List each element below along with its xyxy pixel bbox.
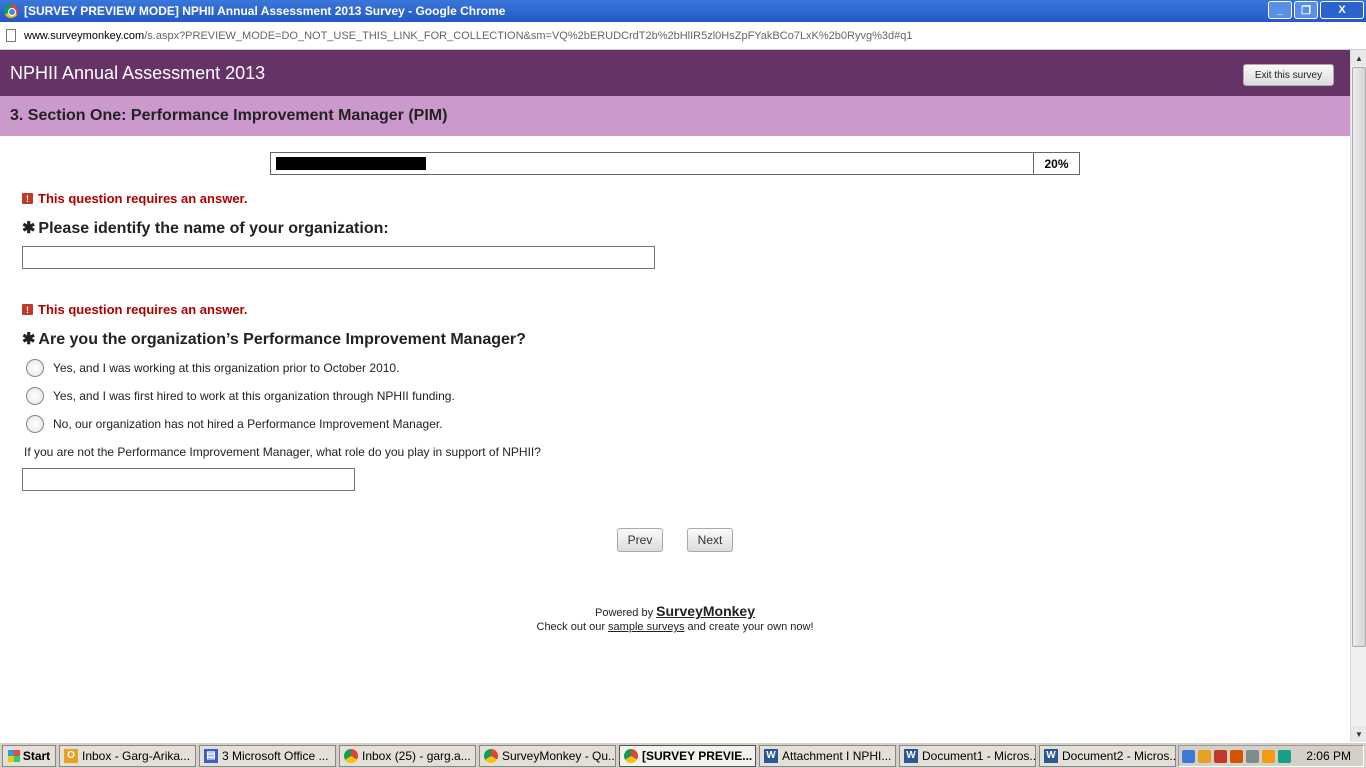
check-out-text: Check out our bbox=[536, 621, 605, 633]
surveymonkey-link[interactable]: SurveyMonkey bbox=[656, 603, 755, 619]
taskbar-item[interactable]: ▤ 3 Microsoft Office ... bbox=[199, 744, 336, 767]
progress-track bbox=[276, 157, 1027, 170]
progress-label: 20% bbox=[1033, 152, 1079, 175]
scroll-down-arrow-icon[interactable]: ▼ bbox=[1351, 726, 1366, 742]
windows-logo-icon bbox=[7, 749, 20, 762]
system-tray: 2:06 PM bbox=[1178, 745, 1364, 767]
q2-option-2[interactable]: Yes, and I was first hired to work at th… bbox=[26, 387, 455, 405]
powered-by-line: Powered by SurveyMonkey bbox=[0, 603, 1350, 619]
taskbar-item[interactable]: SurveyMonkey - Qu... bbox=[479, 744, 616, 767]
taskbar-item-label: SurveyMonkey - Qu... bbox=[502, 748, 616, 763]
q2-title-text: Are you the organization’s Performance I… bbox=[38, 331, 526, 348]
office-icon: ▤ bbox=[204, 748, 218, 763]
address-bar[interactable]: www.surveymonkey.com/s.aspx?PREVIEW_MODE… bbox=[0, 22, 1366, 50]
sample-surveys-link[interactable]: sample surveys bbox=[608, 621, 684, 633]
progress-bar: 20% bbox=[270, 152, 1080, 175]
window-title: [SURVEY PREVIEW MODE] NPHII Annual Asses… bbox=[24, 4, 506, 18]
section-bar: 3. Section One: Performance Improvement … bbox=[0, 96, 1350, 136]
prev-button[interactable]: Prev bbox=[617, 528, 663, 552]
taskbar-item[interactable]: W Attachment I NPHI... bbox=[759, 744, 896, 767]
word-icon: W bbox=[1044, 748, 1058, 763]
footer-line: Check out our sample surveys and create … bbox=[0, 621, 1350, 633]
q2-option-label: Yes, and I was working at this organizat… bbox=[53, 361, 400, 375]
chrome-icon bbox=[484, 748, 498, 763]
required-star-icon: ✱ bbox=[22, 331, 36, 348]
q2-option-3[interactable]: No, our organization has not hired a Per… bbox=[26, 415, 443, 433]
window-controls: _ ❐ X bbox=[1268, 1, 1364, 19]
vertical-scrollbar[interactable]: ▲ ▼ bbox=[1350, 50, 1366, 742]
q2-option-label: No, our organization has not hired a Per… bbox=[53, 417, 443, 431]
taskbar-item-label: 3 Microsoft Office ... bbox=[222, 748, 329, 763]
next-button[interactable]: Next bbox=[687, 528, 733, 552]
tray-icon[interactable] bbox=[1278, 749, 1292, 763]
create-text: and create your own now! bbox=[687, 621, 814, 633]
q1-error-message: ! This question requires an answer. bbox=[22, 191, 248, 206]
taskbar-item[interactable]: W Document2 - Micros... bbox=[1039, 744, 1176, 767]
scroll-up-arrow-icon[interactable]: ▲ bbox=[1351, 50, 1366, 66]
exit-survey-button[interactable]: Exit this survey bbox=[1243, 64, 1334, 86]
close-button[interactable]: X bbox=[1320, 1, 1364, 19]
minimize-button[interactable]: _ bbox=[1268, 1, 1292, 19]
q2-option-1[interactable]: Yes, and I was working at this organizat… bbox=[26, 359, 399, 377]
taskbar-item-label: Inbox (25) - garg.a... bbox=[362, 748, 471, 763]
survey-header: NPHII Annual Assessment 2013 Exit this s… bbox=[0, 50, 1350, 96]
survey-title: NPHII Annual Assessment 2013 bbox=[10, 62, 266, 83]
url-host: www.surveymonkey.com bbox=[24, 29, 145, 42]
q1-title-text: Please identify the name of your organiz… bbox=[38, 220, 389, 237]
taskbar-item[interactable]: O Inbox - Garg-Arika... bbox=[59, 744, 196, 767]
q1-error-text: This question requires an answer. bbox=[38, 191, 248, 206]
taskbar-item-label: [SURVEY PREVIE... bbox=[642, 748, 753, 763]
required-star-icon: ✱ bbox=[22, 220, 36, 237]
word-icon: W bbox=[904, 748, 918, 763]
tray-icon[interactable] bbox=[1214, 749, 1228, 763]
q2-title: ✱ Are you the organization’s Performance … bbox=[22, 329, 526, 349]
taskbar-item-label: Inbox - Garg-Arika... bbox=[82, 748, 191, 763]
q2-error-message: ! This question requires an answer. bbox=[22, 302, 248, 317]
chrome-icon bbox=[624, 748, 638, 763]
start-button[interactable]: Start bbox=[2, 744, 56, 767]
radio-button[interactable] bbox=[26, 415, 44, 433]
error-icon: ! bbox=[22, 193, 33, 204]
role-input[interactable] bbox=[22, 468, 355, 491]
error-icon: ! bbox=[22, 304, 33, 315]
tray-icon[interactable] bbox=[1262, 749, 1276, 763]
tray-icon[interactable] bbox=[1230, 749, 1244, 763]
tray-icon[interactable] bbox=[1182, 749, 1196, 763]
chrome-icon bbox=[344, 748, 358, 763]
powered-by-text: Powered by bbox=[595, 607, 654, 619]
outlook-icon: O bbox=[64, 748, 78, 763]
q2-option-label: Yes, and I was first hired to work at th… bbox=[53, 389, 455, 403]
clock: 2:06 PM bbox=[1306, 749, 1351, 763]
section-title: 3. Section One: Performance Improvement … bbox=[10, 107, 448, 124]
organization-name-input[interactable] bbox=[22, 246, 655, 269]
radio-button[interactable] bbox=[26, 359, 44, 377]
q2-error-text: This question requires an answer. bbox=[38, 302, 248, 317]
page-icon bbox=[6, 29, 16, 42]
taskbar-item[interactable]: W Document1 - Micros... bbox=[899, 744, 1036, 767]
q1-title: ✱ Please identify the name of your organi… bbox=[22, 218, 389, 238]
role-question-label: If you are not the Performance Improveme… bbox=[24, 445, 541, 459]
window-title-bar: [SURVEY PREVIEW MODE] NPHII Annual Asses… bbox=[0, 0, 1366, 22]
tray-icon[interactable] bbox=[1198, 749, 1212, 763]
restore-button[interactable]: ❐ bbox=[1294, 1, 1318, 19]
taskbar-item-label: Document2 - Micros... bbox=[1062, 748, 1176, 763]
taskbar-item-label: Attachment I NPHI... bbox=[782, 748, 892, 763]
start-label: Start bbox=[22, 748, 51, 763]
taskbar: Start O Inbox - Garg-Arika... ▤ 3 Microsoft… bbox=[0, 742, 1366, 768]
scroll-thumb[interactable] bbox=[1352, 67, 1366, 647]
taskbar-item[interactable]: Inbox (25) - garg.a... bbox=[339, 744, 476, 767]
progress-fill bbox=[276, 157, 427, 170]
chrome-icon bbox=[4, 4, 18, 18]
task-list: O Inbox - Garg-Arika... ▤ 3 Microsoft Offic… bbox=[56, 744, 1176, 767]
taskbar-item-label: Document1 - Micros... bbox=[922, 748, 1036, 763]
taskbar-item[interactable]: [SURVEY PREVIE... bbox=[619, 744, 756, 767]
tray-icon[interactable] bbox=[1246, 749, 1260, 763]
radio-button[interactable] bbox=[26, 387, 44, 405]
url-path: /s.aspx?PREVIEW_MODE=DO_NOT_USE_THIS_LIN… bbox=[144, 29, 913, 42]
tray-icons bbox=[1182, 749, 1292, 763]
word-icon: W bbox=[764, 748, 778, 763]
